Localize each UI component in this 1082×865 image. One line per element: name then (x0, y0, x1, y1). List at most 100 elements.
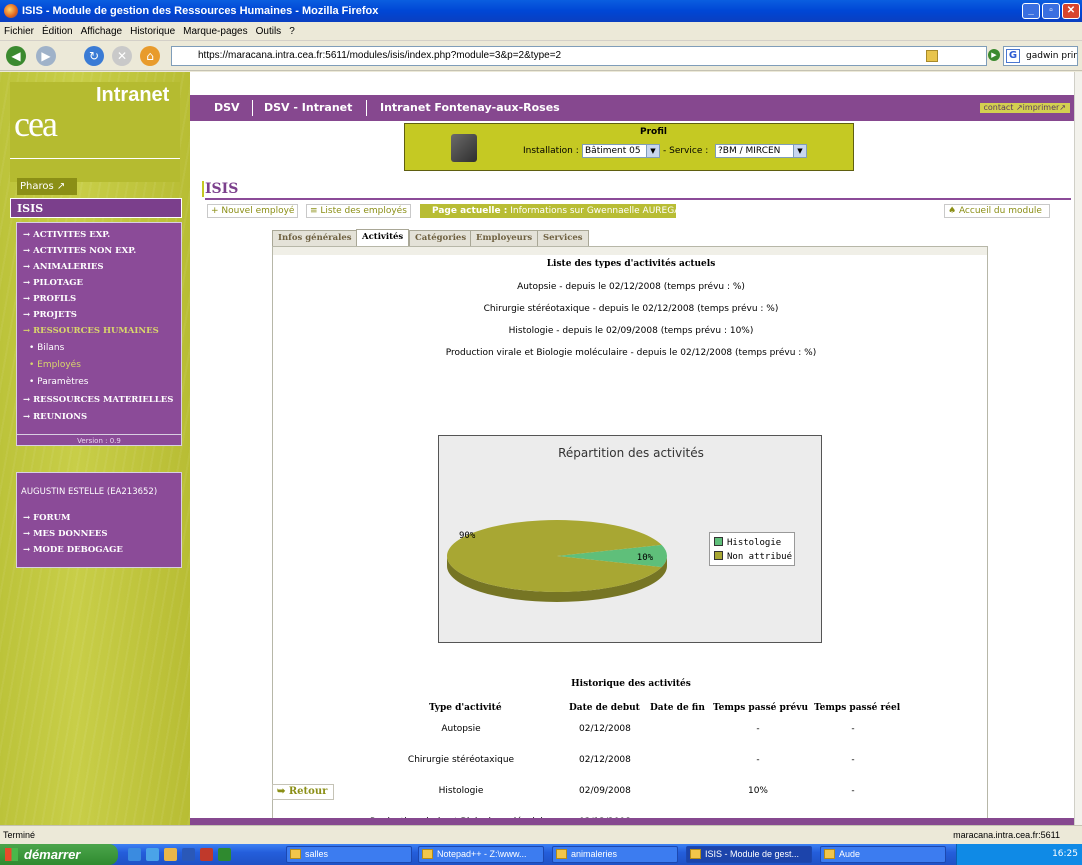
search-box[interactable]: G gadwin print screen (1003, 46, 1078, 66)
sidebar-item-activites-non-exp[interactable]: → ACTIVITES NON EXP. (23, 246, 136, 256)
tab-activites[interactable]: Activités (356, 229, 410, 246)
history-cell-reel: - (851, 724, 855, 734)
new-employee-button[interactable]: + Nouvel employé (207, 204, 299, 218)
cea-logo[interactable]: cea (14, 106, 74, 142)
history-cell-type: Chirurgie stéréotaxique (407, 755, 515, 765)
home-icon[interactable]: ⌂ (140, 46, 160, 66)
quicklaunch-icon[interactable] (146, 848, 159, 861)
menu-affichage[interactable]: Affichage (77, 22, 127, 41)
menu-bar: Fichier Édition Affichage Historique Marque-… (0, 22, 1082, 41)
pharos-link[interactable]: Pharos ↗ (17, 178, 77, 195)
intranet-label[interactable]: Intranet (96, 84, 169, 107)
sidebar-item-animaleries[interactable]: → ANIMALERIES (23, 262, 104, 272)
go-icon[interactable]: ▶ (988, 49, 1000, 61)
activity-item: Autopsie - depuis le 02/12/2008 (temps p… (517, 282, 745, 292)
title-underline (205, 198, 1071, 200)
history-header-prevu: Temps passé prévu (713, 703, 809, 713)
folder-icon (824, 849, 835, 859)
back-icon[interactable]: ◀ (6, 46, 26, 66)
sidebar-item-pilotage[interactable]: → PILOTAGE (23, 278, 83, 288)
window-title: ISIS - Module de gestion des Ressources … (22, 5, 379, 17)
tab-categories[interactable]: Catégories (409, 230, 473, 246)
sidebar-item-ressources-materielles[interactable]: → RESSOURCES MATERIELLES (23, 395, 173, 405)
navigation-toolbar: ◀ ▶ ↻ ✕ ⌂ https://maracana.intra.cea.fr:… (0, 41, 1082, 71)
url-bar[interactable]: https://maracana.intra.cea.fr:5611/modul… (171, 46, 987, 66)
user-menu-forum[interactable]: → FORUM (23, 513, 70, 523)
installation-label: Installation : (523, 146, 579, 156)
module-home-button[interactable]: ♠ Accueil du module (944, 204, 1050, 218)
quicklaunch-icon[interactable] (164, 848, 177, 861)
history-cell-debut: 02/12/2008 (579, 755, 631, 765)
employee-list-button[interactable]: ≡ Liste des employés (306, 204, 411, 218)
excel-icon[interactable] (218, 848, 231, 861)
word-icon[interactable] (182, 848, 195, 861)
clock: 16:25 (1052, 849, 1078, 859)
chart-title: Répartition des activités (558, 446, 704, 460)
history-cell-reel: - (851, 786, 855, 796)
taskbar-item[interactable]: Aude (820, 846, 946, 863)
legend-item-non-attribue: Non attribué (714, 551, 792, 562)
quicklaunch-icon[interactable] (128, 848, 141, 861)
back-button[interactable]: ➥ Retour (272, 784, 334, 800)
sidebar-sub-parametres[interactable]: • Paramètres (29, 377, 89, 387)
start-button[interactable]: démarrer (0, 844, 118, 865)
folder-icon (290, 849, 301, 859)
site-header: DSV DSV - Intranet Intranet Fontenay-aux… (190, 95, 1074, 121)
sidebar-sub-employes[interactable]: • Employés (29, 360, 81, 370)
minimize-button[interactable]: _ (1022, 3, 1040, 19)
tab-employeurs[interactable]: Employeurs (470, 230, 539, 246)
contact-print-links[interactable]: contact ↗imprimer↗ (979, 103, 1070, 113)
taskbar-item[interactable]: Notepad++ - Z:\www... (418, 846, 544, 863)
stop-icon[interactable]: ✕ (112, 46, 132, 66)
taskbar-item-active[interactable]: ISIS - Module de gest... (686, 846, 812, 863)
chevron-down-icon: ▼ (793, 145, 806, 157)
close-button[interactable]: ✕ (1062, 3, 1080, 19)
maximize-button[interactable]: ▫ (1042, 3, 1060, 19)
pie-label-1: 90% (459, 531, 476, 541)
sidebar-item-activites-exp[interactable]: → ACTIVITES EXP. (23, 230, 110, 240)
menu-historique[interactable]: Historique (126, 22, 179, 41)
menu-edition[interactable]: Édition (38, 22, 77, 41)
quicklaunch-icon[interactable] (200, 848, 213, 861)
sidebar-item-profils[interactable]: → PROFILS (23, 294, 76, 304)
tab-infos-generales[interactable]: Infos générales (272, 230, 358, 246)
chevron-down-icon: ▼ (646, 145, 659, 157)
user-menu-mes-donnees[interactable]: → MES DONNEES (23, 529, 108, 539)
menu-help[interactable]: ? (285, 22, 299, 41)
sidebar-item-projets[interactable]: → PROJETS (23, 310, 77, 320)
tab-services[interactable]: Services (537, 230, 589, 246)
menu-outils[interactable]: Outils (252, 22, 286, 41)
breadcrumb-dsv-intranet[interactable]: DSV - Intranet (264, 95, 352, 121)
forward-icon[interactable]: ▶ (36, 46, 56, 66)
current-page-indicator: Page actuelle : Informations sur Gwennae… (420, 204, 676, 218)
sidebar-item-ressources-humaines[interactable]: → RESSOURCES HUMAINES (23, 326, 159, 336)
system-tray: 16:25 (956, 844, 1082, 865)
service-select[interactable]: ?BM / MIRCEN ▼ (715, 144, 807, 158)
user-name: AUGUSTIN ESTELLE (EA213652) (21, 487, 158, 497)
page-footer-bar (190, 818, 1074, 825)
breadcrumb-intranet-far[interactable]: Intranet Fontenay-aux-Roses (380, 95, 560, 121)
chart-legend: Histologie Non attribué (709, 532, 795, 566)
home-icon: ♠ (948, 206, 959, 216)
menu-marque-pages[interactable]: Marque-pages (179, 22, 251, 41)
page-viewport: cea Intranet Pharos ↗ ISIS → ACTIVITES E… (0, 72, 1074, 825)
sidebar-item-reunions[interactable]: → REUNIONS (23, 412, 87, 422)
installation-select[interactable]: Bâtiment 05 ▼ (582, 144, 660, 158)
taskbar-item[interactable]: salles (286, 846, 412, 863)
taskbar-item[interactable]: animaleries (552, 846, 678, 863)
user-menu-mode-debogage[interactable]: → MODE DEBOGAGE (23, 545, 123, 555)
lock-icon (926, 50, 938, 62)
menu-fichier[interactable]: Fichier (0, 22, 38, 41)
reload-icon[interactable]: ↻ (84, 46, 104, 66)
windows-logo-icon (5, 848, 18, 861)
left-sidebar: cea Intranet Pharos ↗ ISIS → ACTIVITES E… (0, 72, 190, 825)
history-title: Historique des activités (571, 679, 691, 689)
firefox-icon (4, 4, 18, 18)
vertical-scrollbar[interactable] (1074, 72, 1082, 825)
breadcrumb-dsv[interactable]: DSV (214, 95, 240, 121)
profil-title: Profil (640, 127, 667, 137)
history-cell-type: Histologie (438, 786, 484, 796)
sidebar-sub-bilans[interactable]: • Bilans (29, 343, 64, 353)
status-host: maracana.intra.cea.fr:5611 (953, 830, 1060, 840)
history-cell-prevu: 10% (747, 786, 768, 796)
